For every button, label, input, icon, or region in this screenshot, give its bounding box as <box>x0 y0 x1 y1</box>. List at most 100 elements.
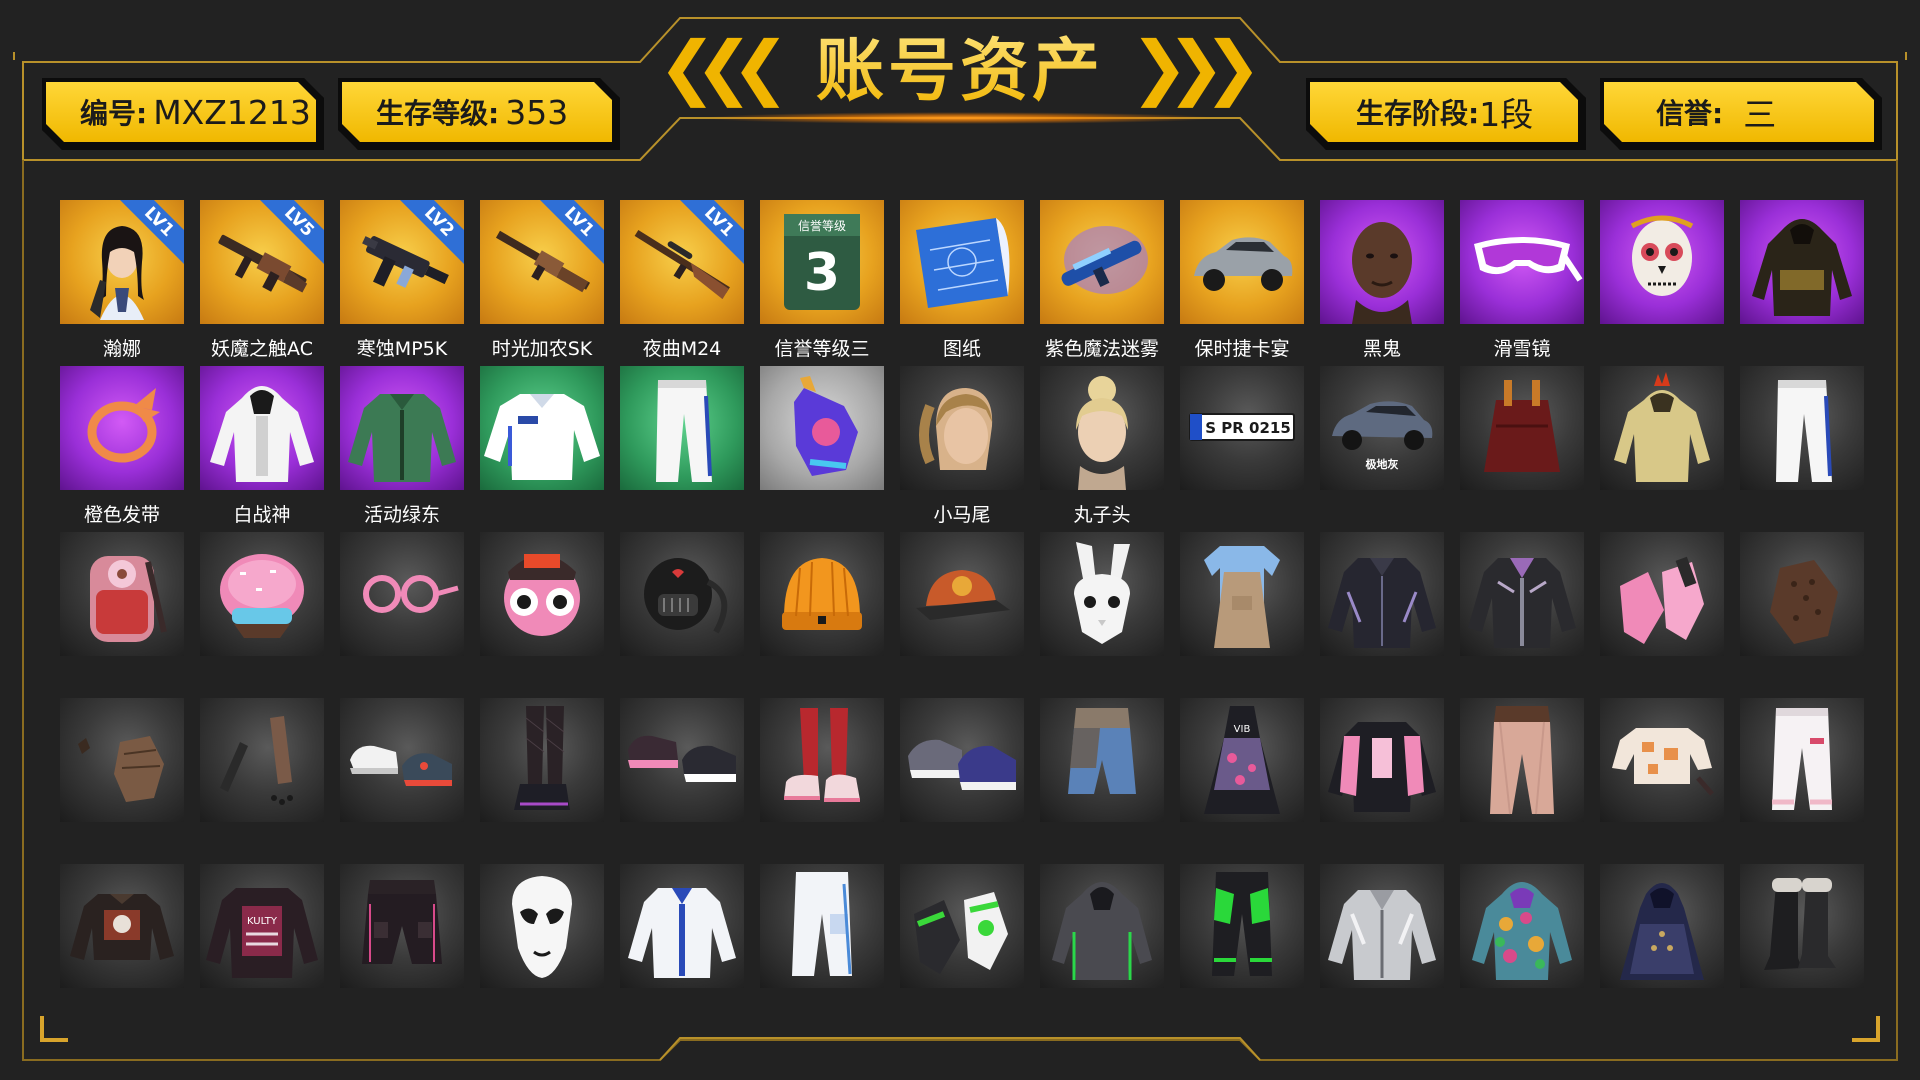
donut-helmet-icon <box>220 554 304 638</box>
asset-item[interactable] <box>340 698 464 822</box>
asset-item[interactable]: LV2 <box>340 200 464 324</box>
asset-item[interactable] <box>480 698 604 822</box>
asset-item[interactable] <box>340 366 464 490</box>
asset-item[interactable] <box>340 532 464 656</box>
asset-item[interactable] <box>760 864 884 988</box>
asset-item[interactable] <box>1600 366 1724 490</box>
asset-item[interactable]: S PR 0215 <box>1180 366 1304 490</box>
asset-item[interactable] <box>1180 864 1304 988</box>
asset-item[interactable] <box>760 366 884 490</box>
asset-item[interactable]: LV5 <box>200 200 324 324</box>
asset-item[interactable]: KULTY <box>200 864 324 988</box>
asset-item[interactable] <box>760 698 884 822</box>
asset-item[interactable] <box>1040 698 1164 822</box>
asset-item[interactable] <box>900 864 1024 988</box>
asset-item[interactable] <box>900 200 1024 324</box>
asset-item[interactable] <box>1740 532 1864 656</box>
green-jacket-icon <box>348 394 456 482</box>
asset-item[interactable] <box>1600 200 1724 324</box>
asset-item[interactable]: 极地灰 <box>1320 366 1444 490</box>
asset-item[interactable] <box>1740 698 1864 822</box>
asset-item[interactable]: LV1 <box>480 200 604 324</box>
asset-item[interactable] <box>200 698 324 822</box>
asset-item[interactable] <box>900 698 1024 822</box>
asset-item[interactable] <box>620 532 744 656</box>
asset-item[interactable] <box>1320 532 1444 656</box>
orange-beanie-icon <box>782 558 862 630</box>
asset-item[interactable] <box>1320 698 1444 822</box>
dark-jacket-icon <box>1328 558 1436 648</box>
white-pants-icon <box>1776 380 1832 482</box>
asset-item[interactable] <box>1180 200 1304 324</box>
asset-item[interactable]: LV1 <box>620 200 744 324</box>
asset-item-label: 信誉等级三 <box>774 338 870 360</box>
badge-honor-label: 信誉: <box>1656 97 1724 130</box>
asset-item[interactable] <box>1460 366 1584 490</box>
crop-top-icon <box>1612 728 1714 796</box>
asset-item[interactable] <box>1460 864 1584 988</box>
asset-item[interactable] <box>1040 200 1164 324</box>
asset-item[interactable]: 信誉等级 3 <box>760 200 884 324</box>
asset-item[interactable] <box>1460 532 1584 656</box>
white-hoodie-icon <box>210 386 314 482</box>
headband-icon <box>87 388 160 463</box>
donut-head-icon <box>504 554 580 636</box>
asset-item[interactable] <box>900 532 1024 656</box>
badge-honor-value: 三 <box>1743 95 1777 134</box>
asset-item[interactable] <box>1320 200 1444 324</box>
asset-item[interactable] <box>480 532 604 656</box>
asset-item[interactable] <box>1320 864 1444 988</box>
asset-item[interactable] <box>1600 864 1724 988</box>
arm-wrap-icon <box>220 716 293 805</box>
asset-item[interactable] <box>1040 532 1164 656</box>
asset-item[interactable] <box>620 698 744 822</box>
asset-item[interactable] <box>480 864 604 988</box>
donut-backpack-icon <box>90 556 167 642</box>
badge-level-value: 353 <box>505 92 569 132</box>
asset-item[interactable] <box>60 366 184 490</box>
asset-item[interactable] <box>620 864 744 988</box>
stockings-boots-icon <box>514 706 570 810</box>
skull-mask-icon <box>1630 215 1694 296</box>
asset-item[interactable] <box>1040 864 1164 988</box>
asset-item[interactable] <box>1600 698 1724 822</box>
crop-hoodie-icon <box>70 894 174 960</box>
asset-item[interactable] <box>340 864 464 988</box>
green-gloves-icon <box>914 892 1008 974</box>
asset-item[interactable] <box>60 532 184 656</box>
asset-item[interactable] <box>760 532 884 656</box>
asset-item[interactable] <box>60 864 184 988</box>
svg-text:KULTY: KULTY <box>247 916 278 927</box>
asset-item[interactable] <box>620 366 744 490</box>
asset-item[interactable]: LV1 <box>60 200 184 324</box>
badge-stage-value: 1段 <box>1479 95 1534 134</box>
asset-item[interactable] <box>60 698 184 822</box>
asset-item[interactable] <box>1740 200 1864 324</box>
asset-item[interactable] <box>1180 532 1304 656</box>
chevron-left-icon: ❮❮❮ <box>658 26 790 108</box>
denim-shorts-icon <box>1068 708 1136 794</box>
white-shirt-icon <box>484 394 600 480</box>
asset-item[interactable] <box>900 366 1024 490</box>
asset-item[interactable] <box>1460 698 1584 822</box>
asset-item[interactable] <box>1460 200 1584 324</box>
asset-item[interactable] <box>1600 532 1724 656</box>
fur-boots-icon <box>1764 878 1836 970</box>
pink-glasses-icon <box>363 575 459 613</box>
chevron-right-icon: ❯❯❯ <box>1130 26 1262 108</box>
asset-item[interactable]: VIB <box>1180 698 1304 822</box>
white-mask-icon <box>512 876 572 978</box>
print-sweater-icon: KULTY <box>206 888 318 978</box>
asset-item-label: 保时捷卡宴 <box>1194 338 1290 360</box>
navy-dress-icon <box>1620 883 1704 980</box>
asset-item[interactable] <box>480 366 604 490</box>
asset-item[interactable] <box>1740 366 1864 490</box>
svg-text:S PR 0215: S PR 0215 <box>1205 419 1291 437</box>
chicken-hoodie-icon <box>1614 372 1710 482</box>
asset-item[interactable] <box>1740 864 1864 988</box>
asset-item-label: 小马尾 <box>933 504 991 526</box>
asset-item[interactable] <box>1040 366 1164 490</box>
red-socks-shoes-icon <box>784 708 860 802</box>
asset-item[interactable] <box>200 532 324 656</box>
asset-item[interactable] <box>200 366 324 490</box>
